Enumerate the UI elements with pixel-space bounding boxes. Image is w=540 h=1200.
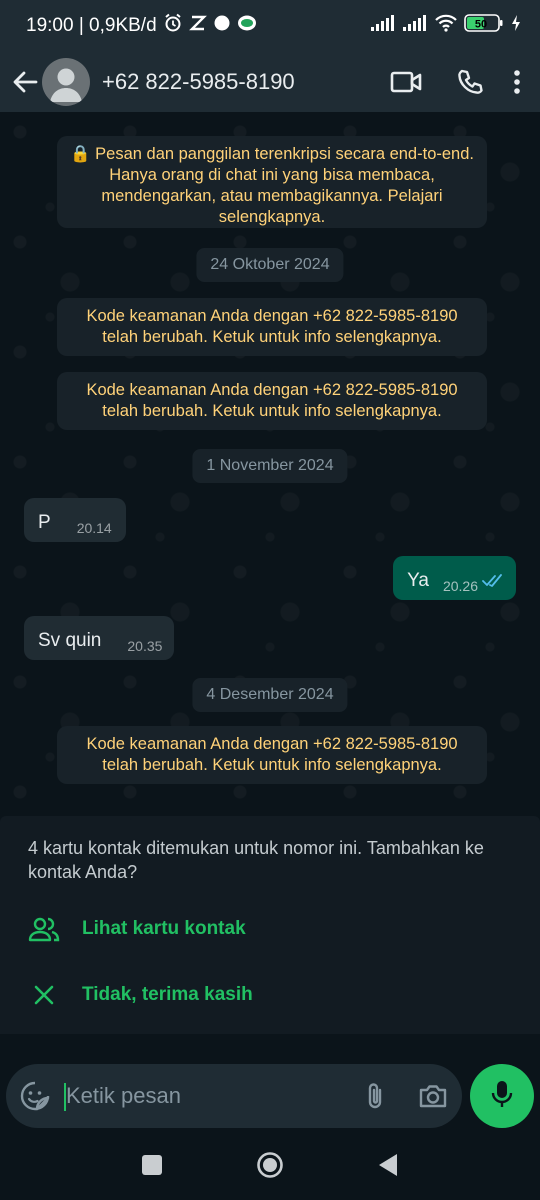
recents-icon[interactable] <box>137 1150 167 1180</box>
home-icon[interactable] <box>255 1150 285 1180</box>
signal-icon <box>370 14 396 38</box>
signal-icon <box>402 14 428 38</box>
dismiss-button[interactable]: Tidak, terima kasih <box>28 984 253 1006</box>
security-code-notice[interactable]: Kode keamanan Anda dengan +62 822-5985-8… <box>57 372 487 430</box>
message-text: Sv quin <box>38 630 102 651</box>
contact-card-text: 4 kartu kontak ditemukan untuk nomor ini… <box>28 838 484 882</box>
date-separator: 1 November 2024 <box>192 449 348 483</box>
wifi-icon <box>434 14 458 38</box>
system-nav-bar <box>0 1130 540 1200</box>
message-text: P <box>38 512 51 533</box>
attach-icon[interactable] <box>346 1081 404 1111</box>
security-code-notice[interactable]: Kode keamanan Anda dengan +62 822-5985-8… <box>57 726 487 784</box>
back-arrow-icon[interactable] <box>8 65 42 99</box>
message-time: 20.26 <box>442 578 478 594</box>
contact-name[interactable]: +62 822-5985-8190 <box>102 69 374 95</box>
voice-call-icon[interactable] <box>438 58 502 106</box>
avatar[interactable] <box>42 58 90 106</box>
dismiss-label: Tidak, terima kasih <box>82 984 253 1005</box>
date-separator: 4 Desember 2024 <box>192 678 348 712</box>
dot-icon <box>213 14 231 38</box>
encryption-notice[interactable]: 🔒 Pesan dan panggilan terenkripsi secara… <box>57 136 487 228</box>
microphone-icon <box>491 1079 513 1114</box>
message-field[interactable]: Ketik pesan <box>6 1064 462 1128</box>
chat-area[interactable]: 🔒 Pesan dan panggilan terenkripsi secara… <box>0 112 540 816</box>
incoming-message[interactable]: P 20.14 <box>24 498 126 542</box>
message-input[interactable]: Ketik pesan <box>64 1083 346 1111</box>
battery-icon: 50 <box>464 13 504 39</box>
people-icon <box>28 916 60 942</box>
incoming-message[interactable]: Sv quin 20.35 <box>24 616 175 660</box>
view-contact-cards-label: Lihat kartu kontak <box>82 918 246 939</box>
security-code-notice[interactable]: Kode keamanan Anda dengan +62 822-5985-8… <box>57 298 487 356</box>
date-separator: 24 Oktober 2024 <box>196 248 344 282</box>
back-nav-icon[interactable] <box>373 1150 403 1180</box>
sticker-emoji-icon[interactable] <box>6 1081 64 1111</box>
status-bar: 19:00 | 0,9KB/d 50 <box>0 0 540 52</box>
message-time: 20.35 <box>127 638 163 654</box>
charging-icon <box>510 14 522 38</box>
camera-icon[interactable] <box>404 1083 462 1109</box>
voice-message-button[interactable] <box>470 1064 534 1128</box>
view-contact-cards-button[interactable]: Lihat kartu kontak <box>28 916 246 942</box>
composer-bar: Ketik pesan <box>0 1034 540 1130</box>
app-notification-icon <box>237 14 257 38</box>
status-time: 19:00 | 0,9KB/d <box>26 15 157 36</box>
chat-header: +62 822-5985-8190 <box>0 52 540 112</box>
video-call-icon[interactable] <box>374 58 438 106</box>
more-options-icon[interactable] <box>502 58 532 106</box>
notification-icon <box>188 14 207 38</box>
battery-level: 50 <box>475 19 487 31</box>
alarm-icon <box>163 13 183 39</box>
contact-card-prompt: 4 kartu kontak ditemukan untuk nomor ini… <box>0 816 540 1034</box>
close-icon <box>28 984 60 1006</box>
message-time: 20.14 <box>76 520 112 536</box>
outgoing-message[interactable]: Ya 20.26 <box>393 556 516 600</box>
read-ticks-icon <box>482 572 504 594</box>
message-text: Ya <box>407 570 429 591</box>
